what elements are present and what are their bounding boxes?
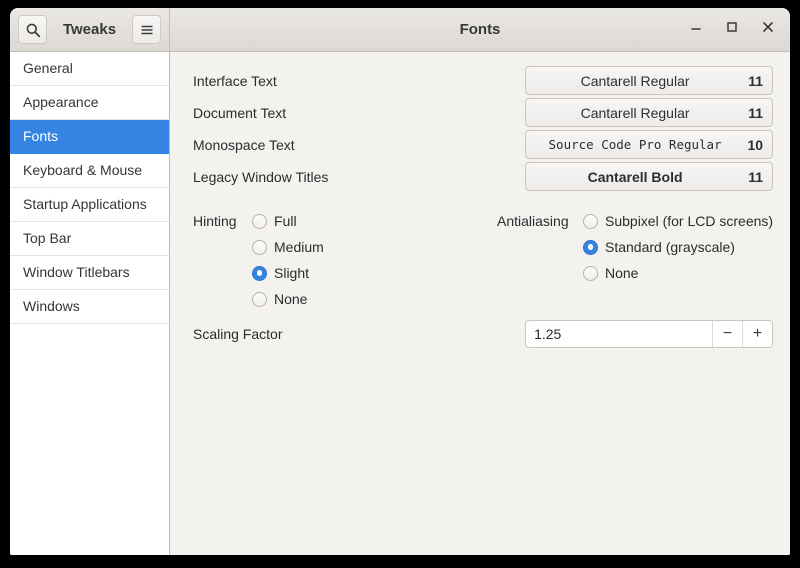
font-size: 11: [748, 168, 764, 185]
radio-icon: [252, 265, 267, 281]
scaling-factor-input[interactable]: 1.25: [526, 321, 712, 347]
radio-label: None: [605, 265, 639, 281]
interface-text-row: Interface Text Cantarell Regular 11: [193, 66, 774, 95]
radio-label: Medium: [274, 239, 324, 255]
radio-label: Full: [274, 213, 297, 229]
sidebar: General Appearance Fonts Keyboard & Mous…: [10, 52, 170, 555]
titlebar: Tweaks Fonts: [10, 8, 790, 52]
radio-icon: [252, 291, 267, 307]
monospace-text-row: Monospace Text Source Code Pro Regular 1…: [193, 130, 774, 159]
document-text-font-button[interactable]: Cantarell Regular 11: [525, 98, 774, 127]
scaling-factor-label: Scaling Factor: [193, 326, 283, 342]
antialiasing-option-standard[interactable]: Standard (grayscale): [583, 234, 773, 260]
sidebar-item-startup-applications[interactable]: Startup Applications: [10, 188, 169, 222]
menu-button[interactable]: [132, 15, 161, 44]
app-body: General Appearance Fonts Keyboard & Mous…: [10, 52, 790, 555]
maximize-icon: [724, 19, 740, 40]
tweaks-window: Tweaks Fonts General Appearance Fonts Ke…: [10, 8, 790, 555]
scaling-factor-row: Scaling Factor 1.25 − +: [193, 320, 774, 348]
radio-section: Hinting Full Medium Slight None Antialia…: [193, 208, 773, 312]
hinting-option-full[interactable]: Full: [252, 208, 324, 234]
legacy-window-titles-row: Legacy Window Titles Cantarell Bold 11: [193, 162, 774, 191]
page-title: Fonts: [459, 21, 501, 38]
sidebar-item-keyboard-mouse[interactable]: Keyboard & Mouse: [10, 154, 169, 188]
radio-label: Subpixel (for LCD screens): [605, 213, 774, 229]
font-size: 10: [747, 136, 764, 153]
search-button[interactable]: [18, 15, 47, 44]
fonts-panel: Interface Text Cantarell Regular 11 Docu…: [170, 52, 790, 555]
hinting-group: Hinting Full Medium Slight None: [193, 208, 497, 312]
font-size: 11: [748, 72, 764, 89]
sidebar-item-appearance[interactable]: Appearance: [10, 86, 169, 120]
titlebar-left: Tweaks: [10, 8, 170, 51]
interface-text-label: Interface Text: [193, 72, 277, 89]
titlebar-right: Fonts: [170, 8, 790, 51]
radio-icon: [583, 239, 598, 255]
sidebar-item-general[interactable]: General: [10, 52, 169, 86]
hinting-option-none[interactable]: None: [252, 286, 324, 312]
hinting-option-medium[interactable]: Medium: [252, 234, 324, 260]
minimize-button[interactable]: [687, 21, 704, 38]
close-button[interactable]: [759, 21, 776, 38]
app-title: Tweaks: [62, 21, 117, 38]
hamburger-icon: [139, 22, 155, 38]
antialiasing-option-subpixel[interactable]: Subpixel (for LCD screens): [583, 208, 773, 234]
radio-icon: [583, 213, 598, 229]
antialiasing-options: Subpixel (for LCD screens) Standard (gra…: [583, 208, 773, 286]
antialiasing-option-none[interactable]: None: [583, 260, 773, 286]
font-size: 11: [748, 104, 764, 121]
antialiasing-label: Antialiasing: [497, 213, 569, 229]
interface-text-font-button[interactable]: Cantarell Regular 11: [525, 66, 774, 95]
font-name: Source Code Pro Regular: [548, 137, 722, 152]
font-name: Cantarell Bold: [587, 168, 683, 185]
sidebar-item-fonts[interactable]: Fonts: [10, 120, 169, 154]
radio-label: None: [274, 291, 308, 307]
legacy-window-titles-label: Legacy Window Titles: [193, 168, 329, 185]
radio-label: Standard (grayscale): [605, 239, 735, 255]
radio-icon: [252, 239, 267, 255]
maximize-button[interactable]: [723, 21, 740, 38]
scaling-increment-button[interactable]: +: [742, 321, 773, 347]
minimize-icon: [688, 19, 704, 40]
search-icon: [25, 22, 41, 38]
sidebar-item-window-titlebars[interactable]: Window Titlebars: [10, 256, 169, 290]
scaling-factor-spinbox: 1.25 − +: [525, 320, 774, 348]
document-text-row: Document Text Cantarell Regular 11: [193, 98, 774, 127]
hinting-option-slight[interactable]: Slight: [252, 260, 324, 286]
close-icon: [760, 19, 776, 40]
font-name: Cantarell Regular: [580, 104, 690, 121]
radio-label: Slight: [274, 265, 310, 281]
legacy-window-titles-font-button[interactable]: Cantarell Bold 11: [525, 162, 774, 191]
antialiasing-group: Antialiasing Subpixel (for LCD screens) …: [497, 208, 773, 312]
hinting-label: Hinting: [193, 213, 237, 229]
window-controls: [687, 8, 776, 51]
document-text-label: Document Text: [193, 104, 287, 121]
sidebar-item-top-bar[interactable]: Top Bar: [10, 222, 169, 256]
monospace-text-label: Monospace Text: [193, 136, 295, 153]
scaling-decrement-button[interactable]: −: [712, 321, 743, 347]
radio-icon: [252, 213, 267, 229]
font-name: Cantarell Regular: [580, 72, 690, 89]
monospace-text-font-button[interactable]: Source Code Pro Regular 10: [525, 130, 774, 159]
radio-icon: [583, 265, 598, 281]
hinting-options: Full Medium Slight None: [252, 208, 324, 312]
sidebar-item-windows[interactable]: Windows: [10, 290, 169, 324]
